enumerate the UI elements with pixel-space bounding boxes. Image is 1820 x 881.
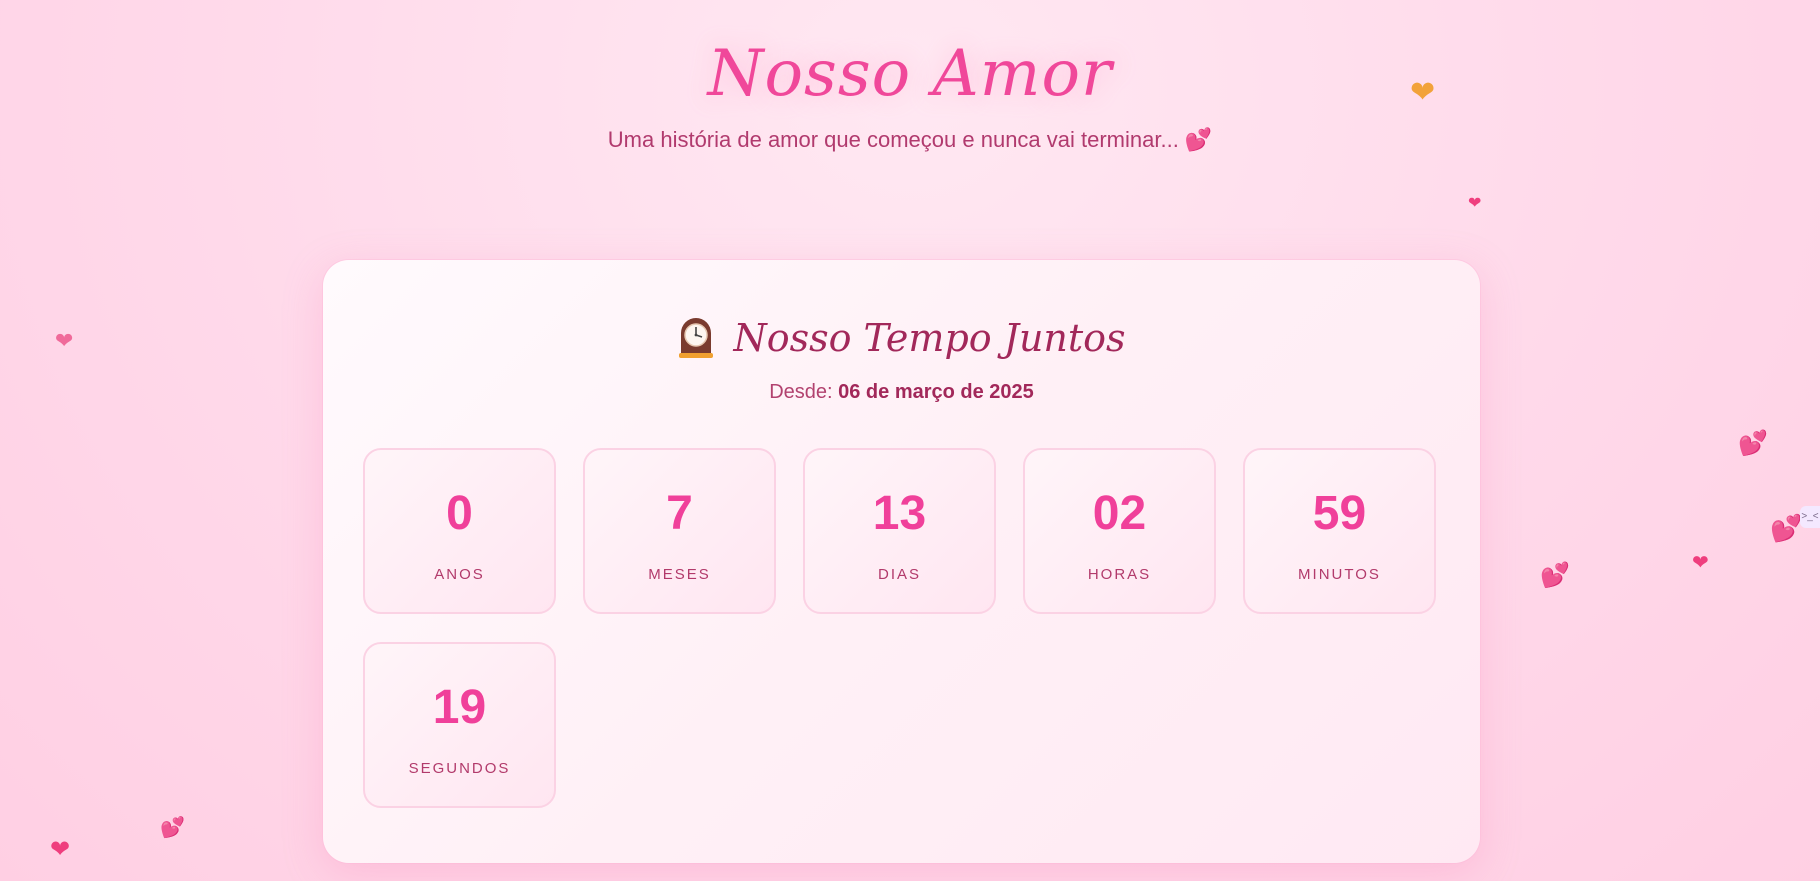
header: Nosso Amor Uma história de amor que come… bbox=[0, 36, 1820, 153]
side-tab[interactable]: >_< bbox=[1800, 506, 1820, 528]
counter-tile-months: 7 MESES bbox=[583, 448, 776, 614]
counter-label: MINUTOS bbox=[1298, 566, 1381, 583]
floating-heart-icon: 💕 bbox=[1738, 430, 1768, 457]
counter-label: MESES bbox=[648, 566, 711, 583]
counter-tile-seconds: 19 SEGUNDOS bbox=[363, 642, 556, 808]
floating-heart-icon: ❤ bbox=[55, 328, 74, 353]
floating-heart-icon: ❤ bbox=[1410, 76, 1436, 109]
counter-tile-minutes: 59 MINUTOS bbox=[1243, 448, 1436, 614]
counter-tile-days: 13 DIAS bbox=[803, 448, 996, 614]
counter-tile-years: 0 ANOS bbox=[363, 448, 556, 614]
floating-heart-icon: ❤ bbox=[1692, 552, 1709, 574]
counter-label: SEGUNDOS bbox=[408, 760, 511, 777]
card-title-text: Nosso Tempo Juntos bbox=[733, 316, 1126, 360]
counter-value: 7 bbox=[666, 487, 693, 540]
card-title: Nosso Tempo Juntos bbox=[323, 316, 1480, 360]
counter-value: 13 bbox=[872, 487, 927, 540]
two-hearts-icon: 💕 bbox=[1184, 126, 1213, 152]
page-title: Nosso Amor bbox=[707, 37, 1113, 111]
floating-heart-icon: 💕 bbox=[160, 817, 185, 839]
since-date: 06 de março de 2025 bbox=[838, 381, 1034, 403]
since-line: Desde: 06 de março de 2025 bbox=[323, 381, 1480, 404]
since-label: Desde: bbox=[769, 381, 833, 403]
floating-heart-icon: 💕 bbox=[1540, 562, 1570, 589]
counter-label: HORAS bbox=[1087, 566, 1152, 583]
counter-value: 0 bbox=[446, 487, 473, 540]
subtitle-text: Uma história de amor que começou e nunca… bbox=[607, 126, 1179, 152]
mantelpiece-clock-icon bbox=[679, 318, 714, 358]
floating-heart-icon: ❤ bbox=[50, 836, 71, 863]
counter-label: ANOS bbox=[434, 566, 485, 583]
time-together-card: Nosso Tempo Juntos Desde: 06 de março de… bbox=[323, 260, 1480, 863]
counter-value: 19 bbox=[432, 681, 487, 734]
floating-heart-icon: 💕 bbox=[1770, 513, 1803, 543]
counter-value: 02 bbox=[1092, 487, 1147, 540]
counter-label: DIAS bbox=[877, 566, 921, 583]
counter-value: 59 bbox=[1312, 487, 1367, 540]
counter-tile-hours: 02 HORAS bbox=[1023, 448, 1216, 614]
floating-heart-icon: ❤ bbox=[1468, 195, 1482, 212]
page-subtitle: Uma história de amor que começou e nunca… bbox=[0, 127, 1820, 153]
